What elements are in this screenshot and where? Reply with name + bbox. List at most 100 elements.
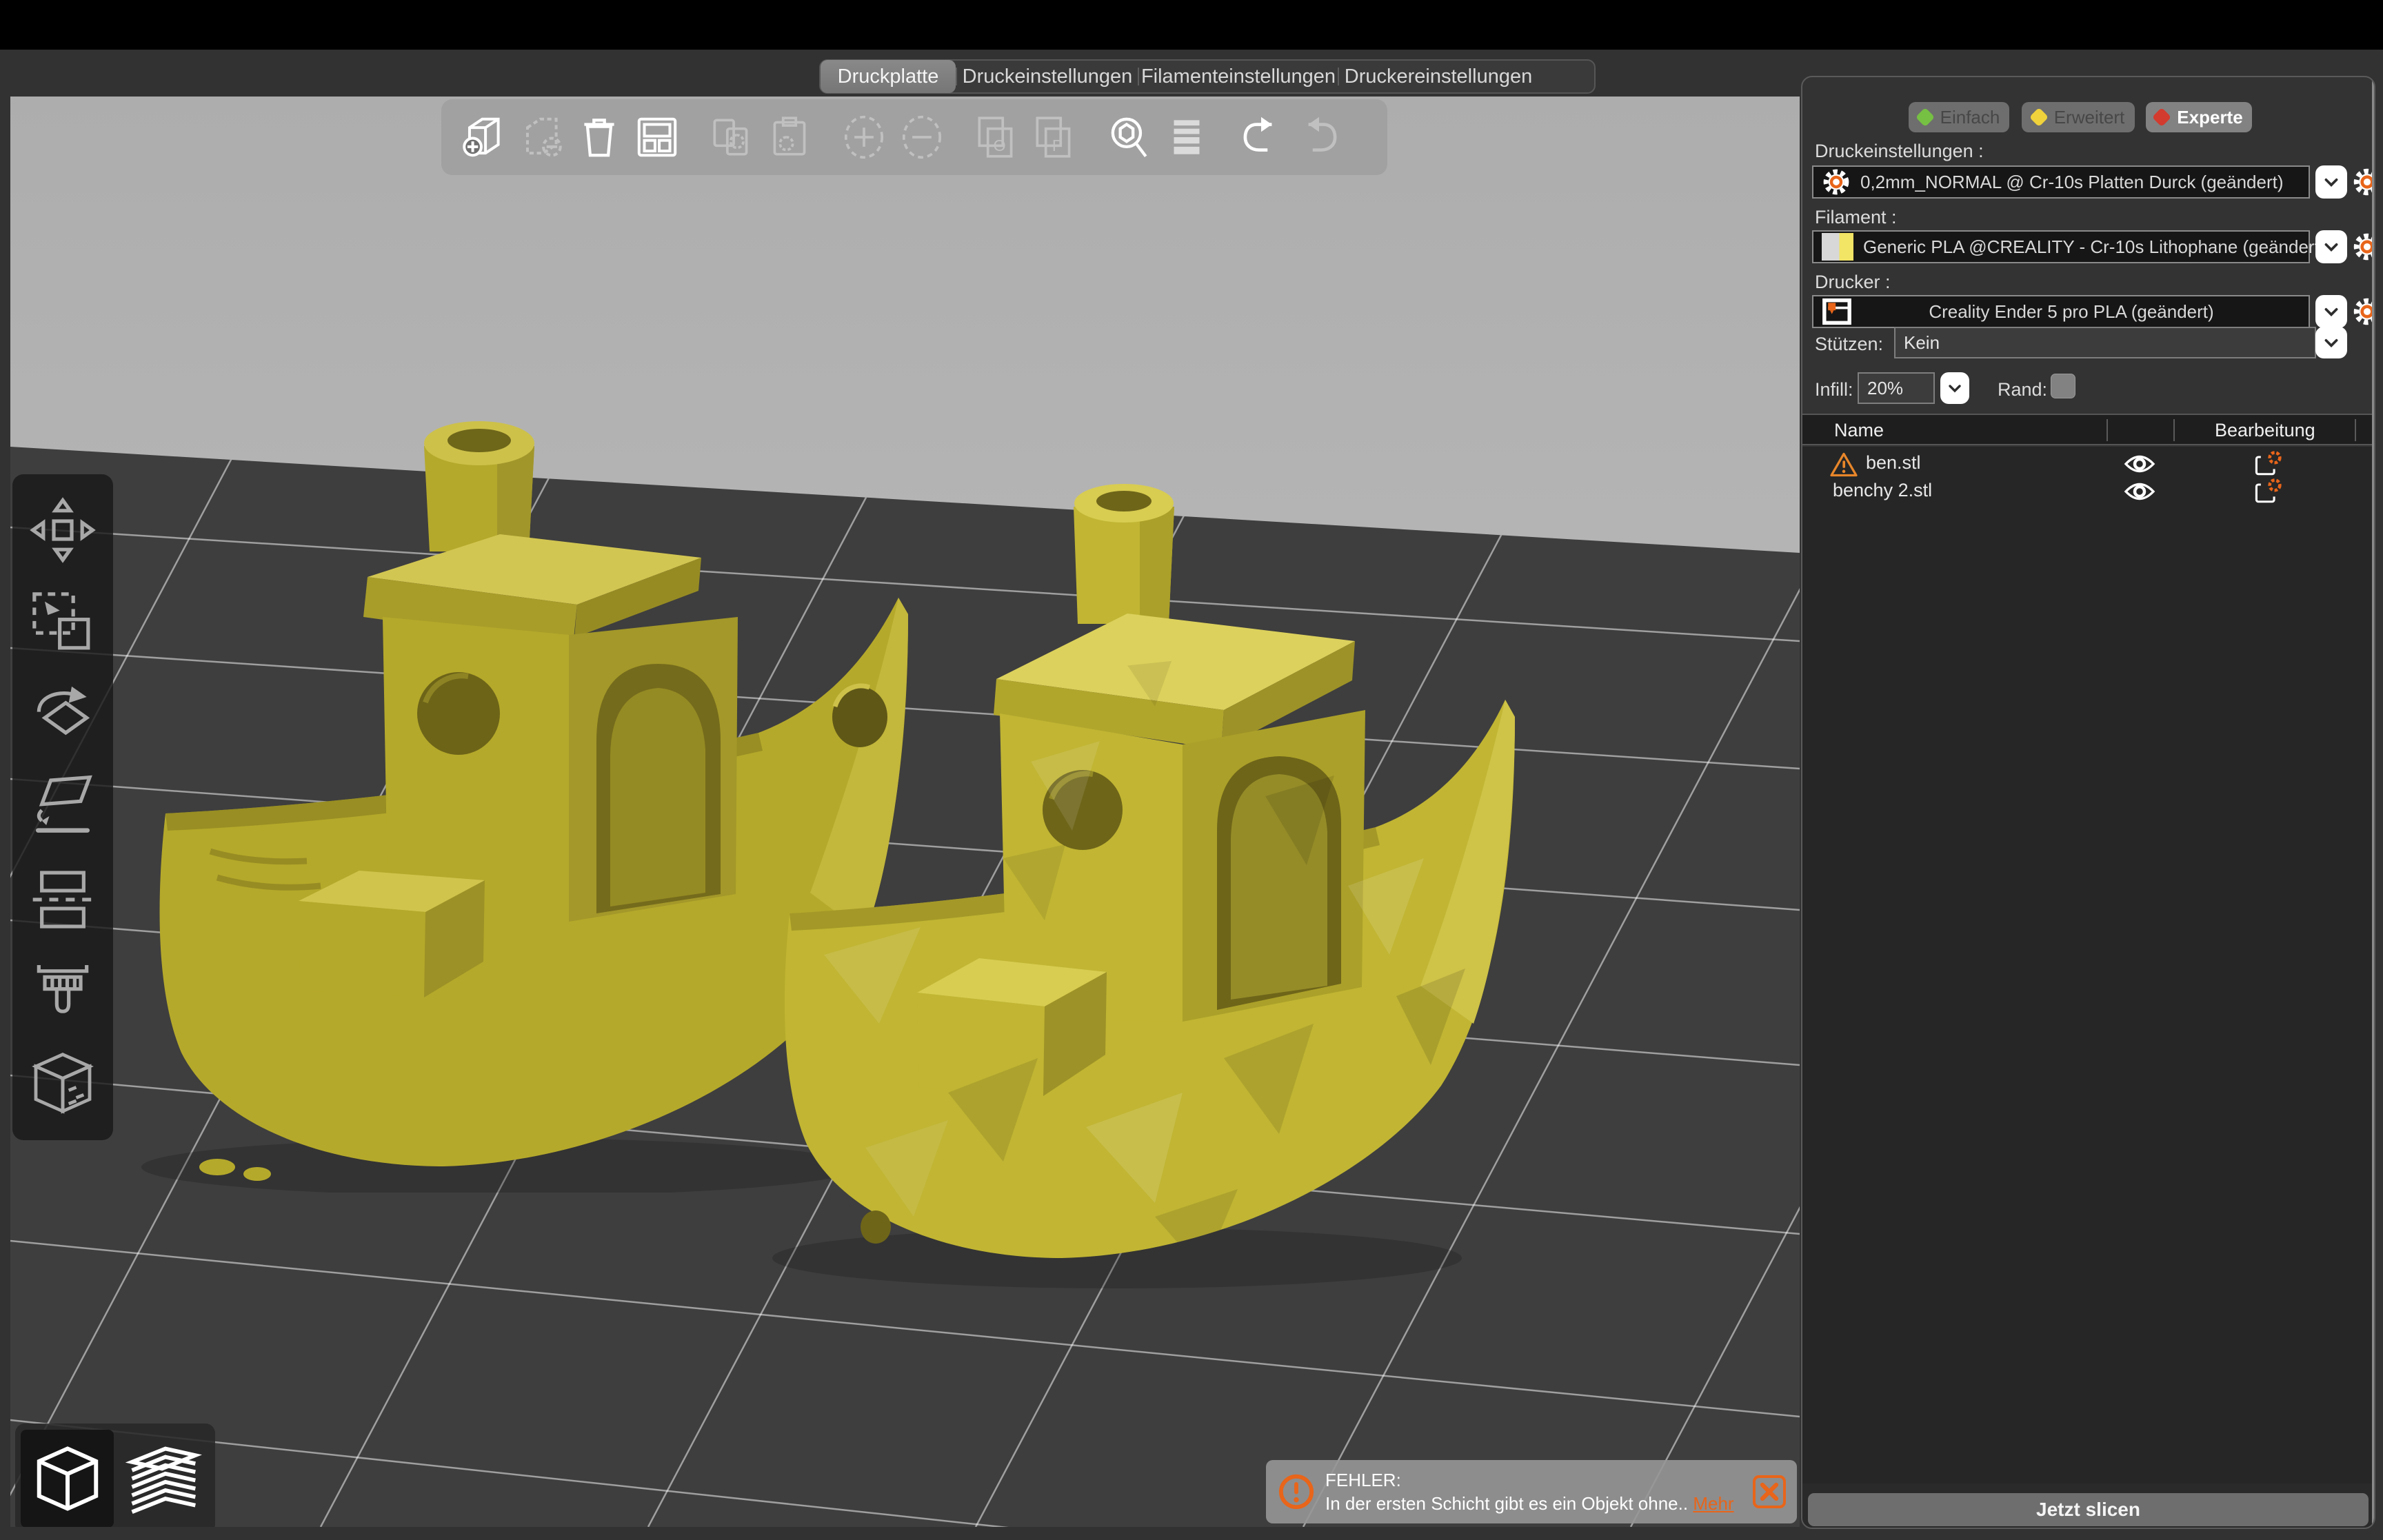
slicer-app-window: Druckplatte Druckeinstellungen Filamente… xyxy=(0,0,2383,1540)
place-on-face-tool-icon[interactable] xyxy=(27,771,99,843)
top-tab-bar: Druckplatte Druckeinstellungen Filamente… xyxy=(819,59,1596,94)
svg-text:P: P xyxy=(1052,136,1063,154)
remove-instance-icon[interactable] xyxy=(896,112,947,163)
infill-dropdown-button[interactable] xyxy=(1940,372,1969,404)
chevron-down-icon xyxy=(2322,238,2340,256)
delete-all-icon[interactable] xyxy=(574,112,625,163)
tab-druckplatte[interactable]: Druckplatte xyxy=(821,60,956,93)
sliced-preview-icon xyxy=(122,1439,202,1519)
brim-label: Rand: xyxy=(1998,379,2047,401)
add-instance-icon[interactable] xyxy=(838,112,889,163)
cut-tool-icon[interactable] xyxy=(27,864,99,935)
toast-close-button[interactable] xyxy=(1753,1475,1786,1508)
close-icon xyxy=(1759,1481,1780,1502)
supports-dropdown-button[interactable] xyxy=(2315,327,2347,358)
name-header: Name xyxy=(1834,420,1884,441)
move-tool-icon[interactable] xyxy=(27,494,99,566)
printer-icon xyxy=(1822,298,1852,325)
svg-text:O: O xyxy=(994,136,1006,154)
printer-value: Creality Ender 5 pro PLA (geändert) xyxy=(1862,301,2309,323)
filament-value: Generic PLA @CREALITY - Cr-10s Lithophan… xyxy=(1863,236,2353,258)
visibility-eye-icon[interactable] xyxy=(2124,481,2155,502)
seam-paint-tool-icon[interactable] xyxy=(27,1048,99,1120)
filament-dropdown-button[interactable] xyxy=(2315,230,2347,263)
preview-view-button[interactable] xyxy=(114,1430,210,1527)
print-settings-dropdown-button[interactable] xyxy=(2315,165,2347,199)
3d-viewport[interactable]: O P xyxy=(10,97,1800,1527)
error-message: In der ersten Schicht gibt es ein Objekt… xyxy=(1325,1492,1734,1515)
mode-red-gem-icon xyxy=(2152,108,2171,127)
model-benchy-2[interactable] xyxy=(741,472,1520,1293)
paste-icon[interactable] xyxy=(764,112,815,163)
mode-green-gem-icon xyxy=(1915,108,1934,127)
mode-label: Einfach xyxy=(1940,107,2000,128)
tab-filamenteinstellungen[interactable]: Filamenteinstellungen xyxy=(1139,61,1338,92)
arrange-icon[interactable] xyxy=(632,112,683,163)
chevron-down-icon xyxy=(2322,334,2340,352)
viewport-toolbar: O P xyxy=(441,99,1387,175)
object-name: benchy 2.stl xyxy=(1833,480,1932,501)
filament-combo[interactable]: Generic PLA @CREALITY - Cr-10s Lithophan… xyxy=(1812,230,2310,263)
visibility-eye-icon[interactable] xyxy=(2124,454,2155,474)
column-divider xyxy=(2107,419,2108,441)
tab-druckeinstellungen[interactable]: Druckeinstellungen xyxy=(957,61,1138,92)
scale-tool-icon[interactable] xyxy=(27,587,99,658)
copy-icon[interactable] xyxy=(706,112,757,163)
slice-now-button[interactable]: Jetzt slicen xyxy=(1808,1493,2369,1526)
settings-panel: Einfach Erweitert Experte Druckeinstellu… xyxy=(1801,76,2375,1529)
printer-label: Drucker : xyxy=(1815,272,1891,293)
search-icon[interactable] xyxy=(1103,112,1154,163)
edit-object-icon[interactable] xyxy=(2252,449,2282,480)
variable-layer-height-icon[interactable] xyxy=(1161,112,1212,163)
editor-view-button[interactable] xyxy=(21,1430,114,1527)
view-mode-toggles xyxy=(15,1424,215,1527)
infill-label: Infill: xyxy=(1815,379,1853,401)
mode-experte-button[interactable]: Experte xyxy=(2146,102,2252,132)
edit-object-icon[interactable] xyxy=(2252,477,2282,507)
object-name: ben.stl xyxy=(1866,452,1921,474)
column-divider xyxy=(2173,419,2175,441)
print-settings-label: Druckeinstellungen : xyxy=(1815,141,1984,162)
chevron-down-icon xyxy=(2322,303,2340,321)
error-text: FEHLER: In der ersten Schicht gibt es ei… xyxy=(1325,1468,1734,1515)
chevron-down-icon xyxy=(1947,380,1963,396)
printer-combo[interactable]: Creality Ender 5 pro PLA (geändert) xyxy=(1812,295,2310,328)
mode-label: Erweitert xyxy=(2054,107,2125,128)
edit-header: Bearbeitung xyxy=(2215,420,2315,441)
supports-select[interactable]: Kein xyxy=(1894,327,2316,358)
panel-scrollbar[interactable] xyxy=(2372,80,2374,1525)
error-toast: FEHLER: In der ersten Schicht gibt es ei… xyxy=(1266,1460,1797,1523)
supports-label: Stützen: xyxy=(1815,334,1883,355)
rotate-tool-icon[interactable] xyxy=(27,679,99,751)
printer-dropdown-button[interactable] xyxy=(2315,295,2347,328)
print-settings-gear-icon xyxy=(1822,168,1851,196)
warning-icon xyxy=(1830,452,1858,477)
remove-object-icon[interactable] xyxy=(516,112,567,163)
supports-value: Kein xyxy=(1904,332,1940,354)
redo-icon[interactable] xyxy=(1294,112,1345,163)
error-more-link[interactable]: Mehr xyxy=(1693,1493,1733,1514)
mode-einfach-button[interactable]: Einfach xyxy=(1909,102,2009,132)
add-object-icon[interactable] xyxy=(458,112,509,163)
column-divider xyxy=(2355,419,2356,441)
print-settings-value: 0,2mm_NORMAL @ Cr-10s Platten Durck (geä… xyxy=(1860,172,2311,193)
chevron-down-icon xyxy=(2322,173,2340,191)
object-table-header: Name Bearbeitung xyxy=(1802,414,2374,445)
print-settings-combo[interactable]: 0,2mm_NORMAL @ Cr-10s Platten Durck (geä… xyxy=(1812,165,2310,199)
error-title: FEHLER: xyxy=(1325,1468,1734,1492)
filament-color-swatch-icon xyxy=(1822,233,1853,261)
gizmo-toolbar xyxy=(12,474,113,1140)
tab-label: Druckplatte xyxy=(838,65,939,88)
support-paint-tool-icon[interactable] xyxy=(27,956,99,1028)
error-icon xyxy=(1277,1472,1316,1511)
infill-select[interactable]: 20% xyxy=(1858,372,1935,404)
split-objects-icon[interactable]: O xyxy=(971,112,1022,163)
filament-label: Filament : xyxy=(1815,207,1897,228)
brim-checkbox[interactable] xyxy=(2051,374,2075,398)
tab-druckereinstellungen[interactable]: Druckereinstellungen xyxy=(1339,61,1538,92)
mode-yellow-gem-icon xyxy=(2029,108,2049,127)
split-parts-icon[interactable]: P xyxy=(1029,112,1080,163)
undo-icon[interactable] xyxy=(1236,112,1287,163)
mode-erweitert-button[interactable]: Erweitert xyxy=(2022,102,2135,132)
tab-label: Filamenteinstellungen xyxy=(1141,65,1336,88)
